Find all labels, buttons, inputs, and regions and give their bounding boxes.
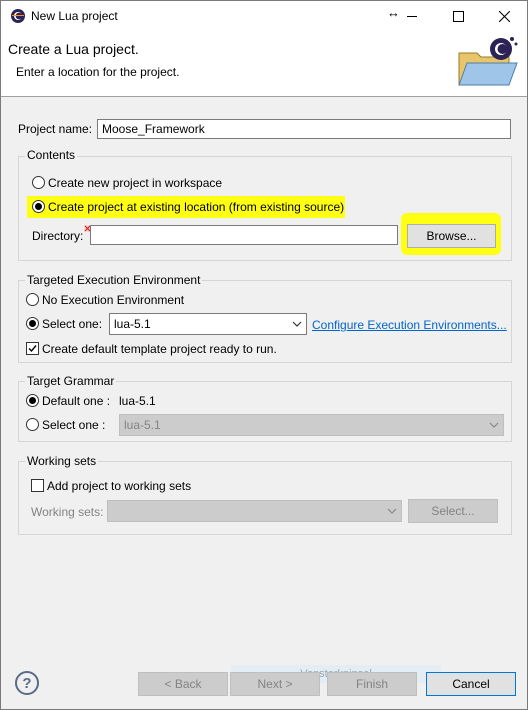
select-working-sets-button[interactable]: Select... [408,499,498,523]
radio-no-execution-env-label: No Execution Environment [42,293,185,307]
execution-env-select[interactable]: lua-5.1 [109,313,307,335]
add-working-sets-checkbox[interactable] [31,479,44,492]
template-project-label: Create default template project ready to… [42,342,277,356]
default-grammar-value: lua-5.1 [119,394,156,408]
radio-existing-location-label: Create project at existing location (fro… [48,200,345,214]
radio-select-execution-env[interactable] [26,317,39,330]
contents-group-title: Contents [25,148,78,162]
radio-new-in-workspace-label: Create new project in workspace [48,176,223,190]
maximize-button[interactable] [435,1,481,31]
chevron-down-icon [387,508,397,514]
checkmark-icon [28,345,37,353]
grammar-select-value: lua-5.1 [124,418,161,432]
radio-default-grammar[interactable] [26,394,39,407]
maximize-icon [452,10,464,22]
minimize-icon [407,16,417,17]
project-name-label: Project name: [18,122,93,136]
page-title: Create a Lua project. [8,41,139,57]
new-folder-wizard-icon [458,37,518,86]
title-bar: New Lua project ↔ [1,1,527,31]
template-project-checkbox[interactable] [26,342,39,355]
next-button[interactable]: Next > [230,672,320,696]
wizard-header: Create a Lua project. Enter a location f… [1,31,527,97]
project-name-input[interactable]: Moose_Framework [97,119,511,139]
eclipse-app-icon [11,9,25,23]
radio-new-in-workspace[interactable] [32,176,45,189]
cancel-button[interactable]: Cancel [426,672,516,696]
window-title: New Lua project [31,9,118,23]
chevron-down-icon [292,321,302,327]
close-button[interactable] [481,1,527,31]
new-lua-project-dialog: New Lua project ↔ Create a Lua project. … [0,0,528,710]
radio-default-grammar-label: Default one : [42,394,111,408]
working-sets-group-title: Working sets [25,454,99,468]
page-description: Enter a location for the project. [16,65,180,79]
browse-button[interactable]: Browse... [407,224,496,248]
radio-select-grammar[interactable] [26,418,39,431]
add-working-sets-label: Add project to working sets [47,479,192,493]
button-bar: ? Vensterknipsel < Back Next > Finish Ca… [1,657,527,709]
radio-existing-location[interactable] [32,200,45,213]
finish-button[interactable]: Finish [327,672,417,696]
close-icon [498,10,510,22]
back-button[interactable]: < Back [138,672,228,696]
help-icon[interactable]: ? [15,671,39,695]
radio-select-grammar-label: Select one : [42,418,106,432]
execution-env-select-value: lua-5.1 [114,317,151,331]
working-sets-group [18,461,512,535]
execution-env-group-title: Targeted Execution Environment [25,273,203,287]
working-sets-select[interactable] [107,500,402,522]
directory-input[interactable] [90,225,398,245]
radio-no-execution-env[interactable] [26,293,39,306]
configure-execution-env-link[interactable]: Configure Execution Environments... [312,318,507,332]
grammar-select[interactable]: lua-5.1 [119,414,504,436]
working-sets-label: Working sets: [31,505,104,519]
directory-label: Directory: [32,229,84,243]
chevron-down-icon [489,422,499,428]
minimize-button[interactable] [389,1,435,31]
grammar-group-title: Target Grammar [25,374,117,388]
radio-select-execution-env-label: Select one: [42,317,103,331]
